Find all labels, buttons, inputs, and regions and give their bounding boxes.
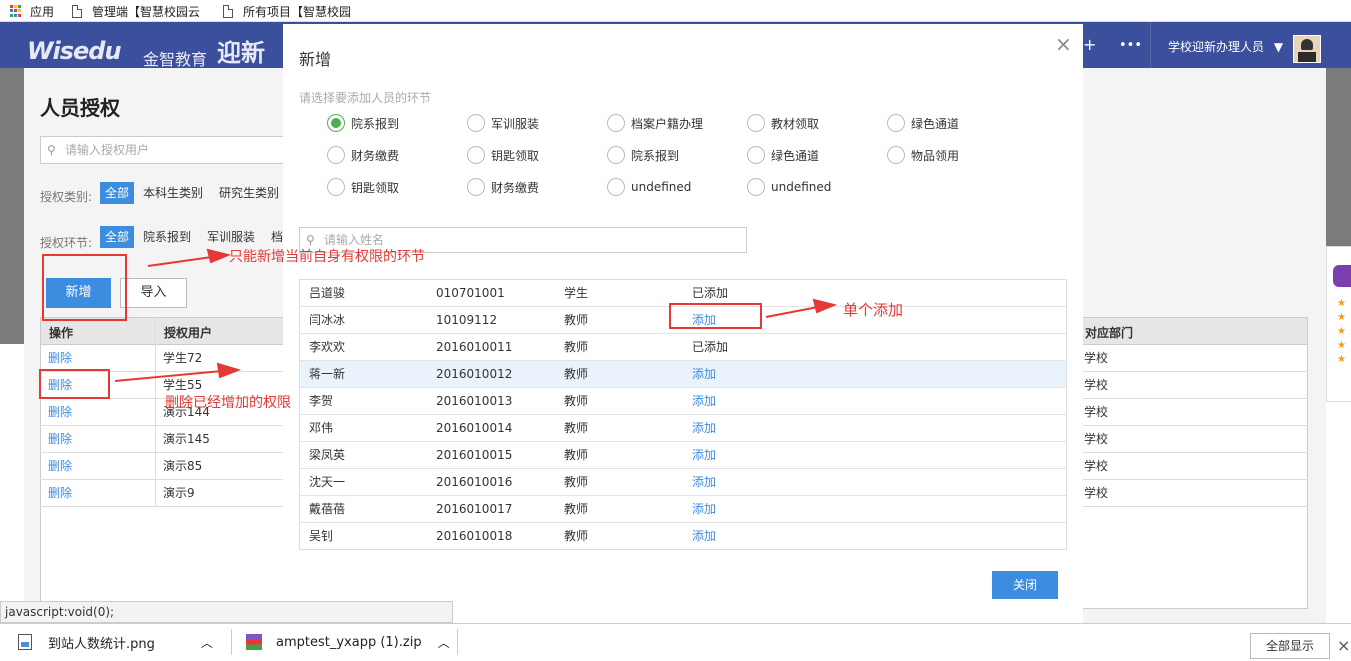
close-icon[interactable]: × — [1337, 636, 1350, 655]
arrow-head — [206, 248, 232, 264]
image-file-icon — [18, 634, 32, 650]
annotation-arrows — [114, 248, 838, 382]
separator — [457, 629, 458, 655]
chevron-up-icon[interactable]: ︿ — [201, 634, 213, 651]
annotation-delete-note: 删除已经增加的权限 — [165, 395, 291, 411]
download-item-1-name: 到站人数统计.png — [48, 636, 155, 652]
annotation-add-note: 单个添加 — [843, 301, 904, 319]
arrow-line — [765, 306, 819, 318]
annotation-new-note: 只能新增当前自身有权限的环节 — [229, 249, 425, 265]
arrow-line — [114, 370, 223, 382]
stars-icon: ★ ★ ★ ★ ★ — [1337, 298, 1346, 365]
download-item-1[interactable]: 到站人数统计.png ︿ — [18, 623, 213, 661]
chevron-up-icon[interactable]: ︿ — [438, 634, 450, 651]
arrow-head — [216, 362, 242, 379]
side-widget[interactable]: ★ ★ ★ ★ ★ — [1326, 246, 1351, 402]
download-item-2-name: amptest_yxapp (1).zip — [276, 634, 422, 650]
download-item-2[interactable]: amptest_yxapp (1).zip ︿ — [246, 623, 450, 661]
arrow-line — [147, 256, 213, 267]
arrow-head — [812, 298, 838, 314]
separator — [231, 629, 232, 655]
show-all-downloads-button[interactable]: 全部显示 — [1250, 633, 1330, 659]
status-bar: javascript:void(0); — [0, 601, 453, 623]
widget-icon — [1333, 265, 1351, 287]
archive-file-icon — [246, 634, 262, 650]
